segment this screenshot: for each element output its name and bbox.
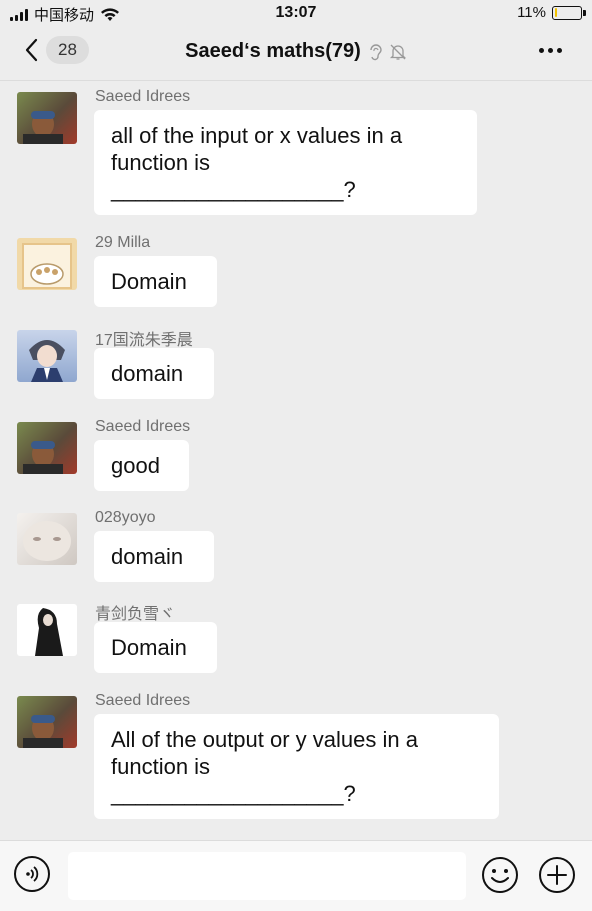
plus-icon[interactable] (538, 856, 576, 894)
sender-name: Saeed Idrees (95, 88, 191, 105)
battery-fill (554, 8, 558, 17)
avatar-saeed[interactable] (17, 696, 77, 748)
chat-header: 28 Saeed‘s maths(79) (0, 26, 592, 81)
message-bubble[interactable]: Domain (94, 622, 217, 673)
status-right: 11% (517, 4, 586, 21)
emoji-icon[interactable] (481, 856, 519, 894)
sender-name: 青剑负雪ヾ (95, 606, 176, 623)
chat-title-wrap: Saeed‘s maths(79) (0, 40, 592, 63)
sender-name: Saeed Idrees (95, 692, 191, 709)
battery-percent: 11% (517, 4, 546, 21)
title-icons (369, 43, 407, 61)
more-button[interactable] (539, 48, 562, 53)
chat-title: Saeed‘s maths(79) (185, 40, 361, 62)
avatar-yoyo[interactable] (17, 513, 77, 565)
battery-icon (552, 5, 586, 20)
avatar-qingjian[interactable] (17, 604, 77, 656)
sender-name: 29 Milla (95, 234, 151, 251)
input-bar (0, 840, 592, 911)
message-bubble[interactable]: all of the input or x values in a functi… (94, 110, 477, 215)
status-bar: 中国移动 13:07 11% (0, 0, 592, 26)
avatar-anime[interactable] (17, 330, 77, 382)
message-input[interactable] (68, 852, 466, 900)
status-time: 13:07 (275, 4, 317, 21)
avatar-saeed[interactable] (17, 422, 77, 474)
mute-bell-icon (389, 44, 406, 60)
avatar-milla[interactable] (17, 238, 77, 290)
voice-icon (26, 866, 39, 882)
sender-name: 028yoyo (95, 509, 156, 526)
voice-button[interactable] (14, 856, 50, 892)
avatar-saeed[interactable] (17, 92, 77, 144)
sender-name: 17国流朱季晨 (95, 332, 193, 349)
message-bubble[interactable]: domain (94, 531, 214, 582)
more-dots-icon (539, 48, 544, 53)
message-bubble[interactable]: good (94, 440, 189, 491)
sender-name: Saeed Idrees (95, 418, 191, 435)
message-bubble[interactable]: All of the output or y values in a funct… (94, 714, 499, 819)
message-bubble[interactable]: domain (94, 348, 214, 399)
ear-icon (370, 43, 382, 60)
message-bubble[interactable]: Domain (94, 256, 217, 307)
